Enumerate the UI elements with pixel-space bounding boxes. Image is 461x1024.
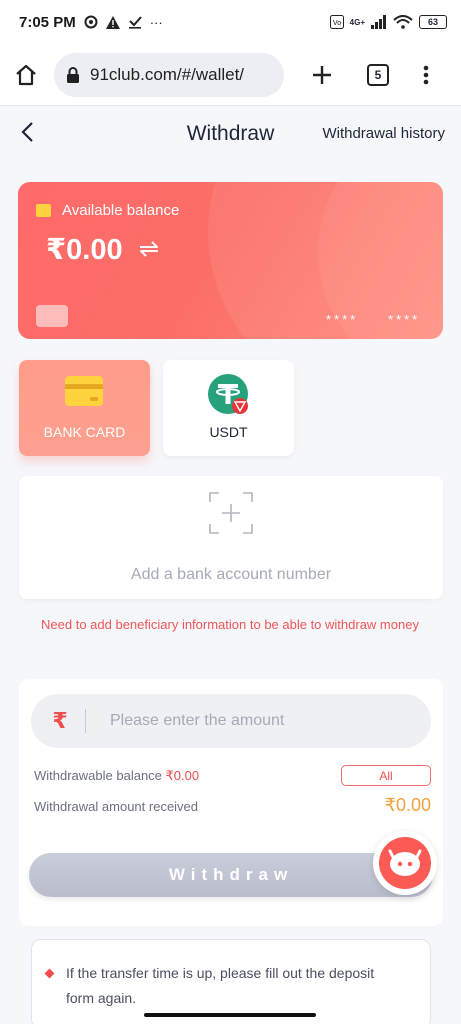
page-header: Withdraw Withdrawal history <box>0 106 461 160</box>
amount-input[interactable] <box>110 712 410 730</box>
home-indicator <box>144 1013 316 1017</box>
tabs-icon[interactable]: 5 <box>367 63 389 86</box>
withdrawable-value: ₹0.00 <box>165 768 200 783</box>
refresh-icon[interactable] <box>137 239 161 259</box>
customer-service-button[interactable] <box>373 831 437 895</box>
available-balance-label: Available balance <box>62 202 180 219</box>
svg-text:Vo: Vo <box>333 20 341 27</box>
overflow-menu-icon[interactable] <box>423 65 429 85</box>
url-text[interactable]: 91club.com/#/wallet/ <box>90 65 244 85</box>
notification-icons: ··· <box>84 15 163 30</box>
support-face-icon <box>388 849 422 876</box>
lock-icon[interactable] <box>66 66 80 83</box>
more-dots-icon: ··· <box>149 14 163 30</box>
instructions-section: If the transfer time is up, please fill … <box>19 926 443 1024</box>
method-label: BANK CARD <box>43 424 126 440</box>
wallet-icon <box>36 204 51 217</box>
balance-card: Available balance ₹0.00 **** **** <box>18 182 443 339</box>
amount-input-wrapper: ₹ <box>31 694 431 748</box>
add-plus-icon[interactable] <box>209 492 253 534</box>
received-value: ₹0.00 <box>384 795 432 815</box>
url-bar[interactable]: 91club.com/#/wallet/ <box>54 52 284 97</box>
volte-icon: Vo <box>329 15 344 29</box>
method-usdt[interactable]: USDT <box>163 360 294 456</box>
divider <box>85 709 86 733</box>
method-bank-card[interactable]: BANK CARD <box>19 360 150 456</box>
instruction-item: If the transfer time is up, please fill … <box>66 965 375 1006</box>
add-bank-account[interactable]: Add a bank account number <box>19 476 443 599</box>
withdrawal-history-link[interactable]: Withdrawal history <box>322 125 445 142</box>
card-chip-icon <box>36 305 68 327</box>
status-time: 7:05 PM <box>19 13 76 31</box>
beneficiary-notice: Need to add beneficiary information to b… <box>41 617 419 632</box>
sync-icon <box>84 15 98 29</box>
new-tab-plus-icon[interactable] <box>312 65 332 85</box>
status-bar: 7:05 PM ··· Vo 4G+ 63 <box>0 0 461 44</box>
card-mask: **** <box>388 312 421 327</box>
warning-icon <box>105 15 120 29</box>
browser-toolbar: 91club.com/#/wallet/ 5 <box>0 44 461 106</box>
all-button[interactable]: All <box>341 765 431 786</box>
wifi-icon <box>393 15 413 29</box>
card-mask: **** <box>326 312 359 327</box>
home-icon[interactable] <box>14 63 38 87</box>
battery-icon: 63 <box>419 15 447 29</box>
bank-card-icon <box>65 376 103 406</box>
balance-amount: ₹0.00 <box>46 234 123 266</box>
withdrawable-label: Withdrawable balance <box>34 768 166 783</box>
method-label: USDT <box>209 424 248 440</box>
signal-icon <box>371 15 386 29</box>
add-account-text: Add a bank account number <box>130 566 332 583</box>
check-icon <box>128 16 142 29</box>
instructions-box: If the transfer time is up, please fill … <box>31 939 431 1024</box>
network-type: 4G+ <box>349 17 365 27</box>
bullet-icon <box>44 968 55 979</box>
withdrawable-balance: Withdrawable balance ₹0.00 <box>34 768 199 784</box>
rupee-icon: ₹ <box>52 708 68 733</box>
support-bubble-icon <box>379 837 431 889</box>
received-label: Withdrawal amount received <box>34 799 199 814</box>
tether-icon <box>208 374 248 414</box>
